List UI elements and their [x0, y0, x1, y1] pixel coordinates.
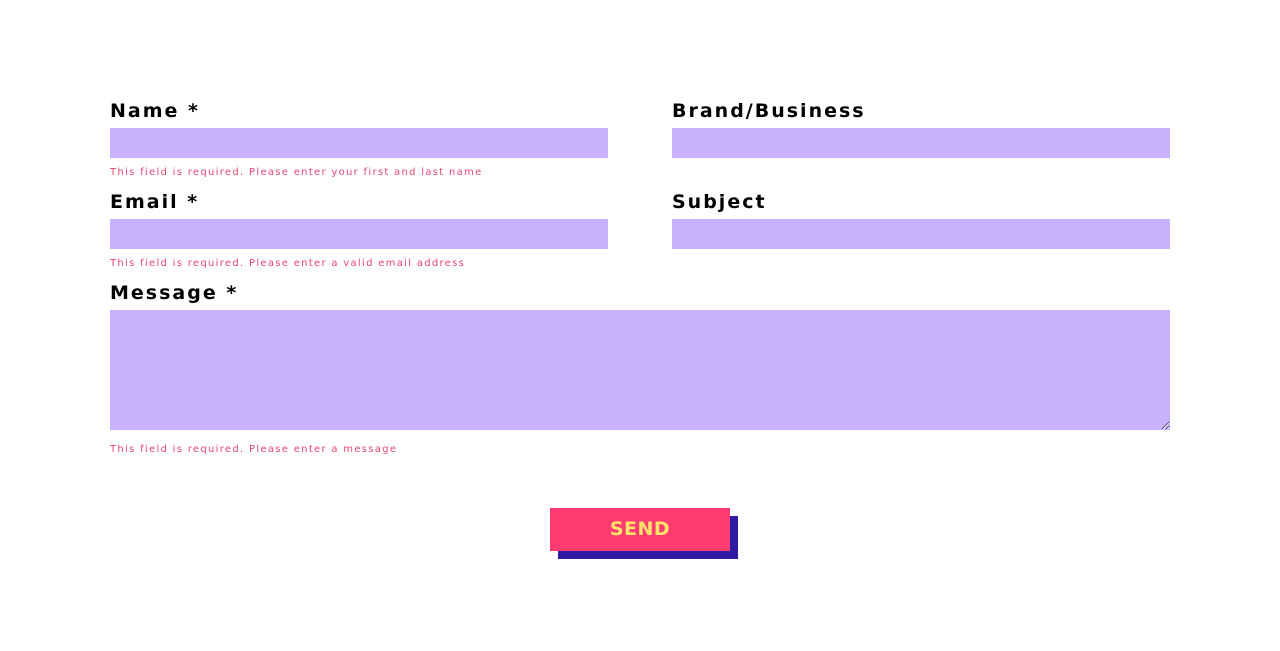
brand-business-label: Brand/Business: [672, 100, 866, 122]
brand-business-input[interactable]: [672, 128, 1170, 158]
subject-input[interactable]: [672, 219, 1170, 249]
email-error-message: This field is required. Please enter a v…: [110, 258, 466, 269]
name-input[interactable]: [110, 128, 608, 158]
send-button-wrapper: SEND: [550, 508, 738, 559]
name-label: Name *: [110, 100, 200, 122]
send-button[interactable]: SEND: [550, 508, 730, 551]
message-label: Message *: [110, 282, 239, 304]
email-label: Email *: [110, 191, 200, 213]
subject-label: Subject: [672, 191, 767, 213]
message-textarea[interactable]: [110, 310, 1170, 430]
contact-form: Name * This field is required. Please en…: [0, 0, 1280, 651]
email-input[interactable]: [110, 219, 608, 249]
name-error-message: This field is required. Please enter you…: [110, 167, 483, 178]
message-error-message: This field is required. Please enter a m…: [110, 444, 398, 455]
